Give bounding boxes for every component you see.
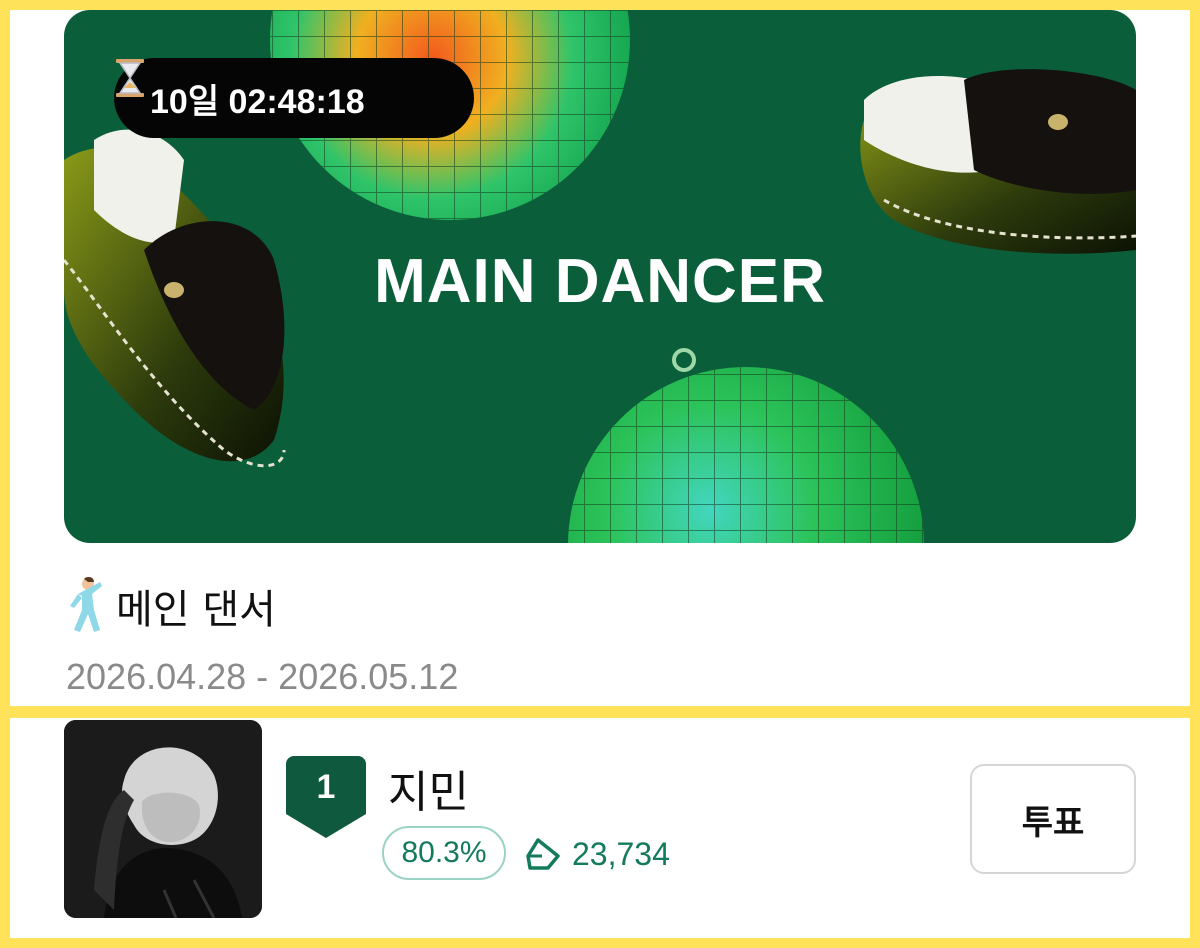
countdown-text: 10일 02:48:18 [150, 82, 365, 121]
category-title: 메인 댄서 [64, 576, 276, 636]
artist-photo[interactable] [64, 720, 262, 918]
date-range: 2026.04.28 - 2026.05.12 [66, 656, 459, 697]
vote-percentage-badge: 80.3% [382, 826, 506, 880]
artist-photo-image [64, 720, 262, 918]
disco-ball-bottom [568, 348, 924, 543]
countdown-timer: 10일 02:48:18 [114, 58, 474, 138]
vote-count-text: 23,734 [572, 835, 670, 872]
vote-button[interactable]: 투표 [970, 764, 1136, 874]
event-banner[interactable]: 10일 02:48:18 MAIN DANCER [64, 10, 1136, 543]
banner-title: MAIN DANCER [374, 247, 826, 316]
artist-name: 지민 [388, 767, 469, 818]
vote-count: 23,734 [524, 834, 670, 874]
dancer-icon [70, 577, 102, 632]
hourglass-icon [116, 59, 144, 97]
diamond-icon [526, 838, 560, 870]
loafer-right [860, 69, 1136, 254]
rank-number: 1 [316, 768, 336, 806]
category-title-text: 메인 댄서 [116, 587, 276, 633]
